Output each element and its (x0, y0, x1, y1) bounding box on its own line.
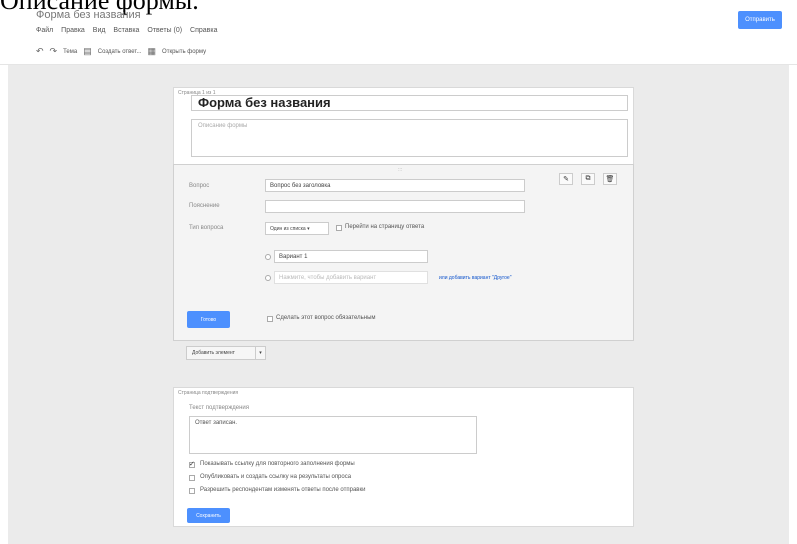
form-header-card: Страница 1 из 1 Форма без названия Описа… (173, 87, 634, 165)
option-allow-edit-checkbox[interactable] (189, 488, 195, 494)
form-description-field[interactable]: Описание формы (191, 119, 628, 157)
question-type-value: Один из списка (270, 226, 306, 232)
redo-icon[interactable]: ↷ (50, 46, 58, 57)
send-form-button[interactable]: Отправить (738, 11, 782, 29)
option-1-input[interactable]: Вариант 1 (274, 250, 428, 263)
responses-icon: ▤ (83, 46, 92, 56)
question-type-label: Тип вопроса (189, 225, 224, 231)
option-publish-label: Опубликовать и создать ссылку на результ… (200, 474, 352, 480)
goto-page-label: Перейти на страницу ответа (345, 224, 425, 230)
menu-insert[interactable]: Вставка (113, 27, 139, 34)
required-label: Сделать этот вопрос обязательным (276, 315, 376, 321)
menu-edit[interactable]: Правка (61, 27, 85, 34)
goto-page-checkbox[interactable] (336, 225, 342, 231)
confirmation-text-field[interactable]: Ответ записан. (189, 416, 477, 454)
form-title-input[interactable]: Форма без названия (191, 95, 628, 111)
document-title[interactable]: Форма без названия (36, 9, 141, 21)
confirmation-page-label: Страница подтверждения (178, 390, 239, 396)
menu-view[interactable]: Вид (93, 27, 106, 34)
question-title-input[interactable]: Вопрос без заголовка (265, 179, 525, 192)
question-card: ::: ✎ ⧉ 🗑 Вопрос Вопрос без заголовка По… (173, 164, 634, 341)
add-option-input[interactable]: Нажмите, чтобы добавить вариант (274, 271, 428, 284)
option-show-link-label: Показывать ссылку для повторного заполне… (200, 461, 355, 467)
option-radio (265, 254, 271, 260)
required-checkbox[interactable] (267, 316, 273, 322)
view-live-form-button[interactable]: Открыть форму (162, 49, 206, 55)
question-type-select[interactable]: Один из списка ▾ (265, 222, 329, 235)
add-item-button[interactable]: Добавить элемент ▾ (186, 346, 266, 360)
help-text-label: Пояснение (189, 203, 220, 209)
new-option-radio (265, 275, 271, 281)
confirmation-text-label: Текст подтверждения (189, 405, 250, 411)
done-button[interactable]: Готово (187, 311, 230, 328)
theme-button[interactable]: Тема (63, 49, 77, 55)
form-icon: ▦ (147, 46, 157, 56)
menu-file[interactable]: Файл (36, 27, 53, 34)
save-button[interactable]: Сохранить (187, 508, 230, 523)
menu-responses[interactable]: Ответы (0) (147, 27, 182, 34)
option-publish-checkbox[interactable] (189, 475, 195, 481)
add-other-option-link[interactable]: или добавить вариант "Другое" (439, 275, 511, 281)
undo-icon[interactable]: ↶ (36, 46, 44, 57)
copy-icon[interactable]: ⧉ (581, 173, 595, 185)
confirmation-card: Страница подтверждения Текст подтвержден… (173, 387, 634, 527)
drag-handle[interactable]: ::: (398, 167, 402, 173)
menu-bar: Файл Правка Вид Вставка Ответы (0) Справ… (36, 27, 224, 34)
toolbar: ↶ ↷ Тема ▤ Создать ответ... ▦ Открыть фо… (36, 46, 206, 57)
chevron-down-icon[interactable]: ▾ (255, 347, 265, 359)
help-text-input[interactable] (265, 200, 525, 213)
option-allow-edit-label: Разрешить респондентам изменять ответы п… (200, 487, 366, 493)
check-icon: ✓ (189, 461, 195, 468)
menu-help[interactable]: Справка (190, 27, 217, 34)
pencil-icon[interactable]: ✎ (559, 173, 573, 185)
view-responses-button[interactable]: Создать ответ... (98, 49, 142, 55)
trash-icon[interactable]: 🗑 (603, 173, 617, 185)
question-label: Вопрос (189, 183, 210, 189)
add-item-label: Добавить элемент (192, 350, 235, 356)
